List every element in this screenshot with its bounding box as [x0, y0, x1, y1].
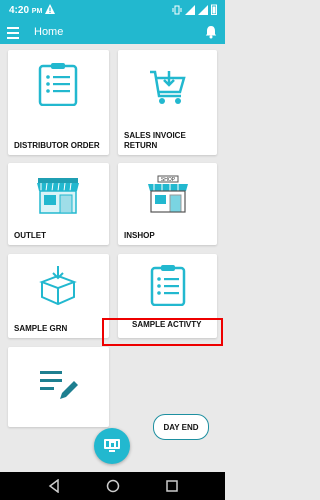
notes-card[interactable]	[8, 347, 109, 427]
menu-icon[interactable]	[7, 27, 19, 39]
page-title: Home	[34, 26, 64, 38]
warning-icon	[45, 4, 55, 14]
fab-button[interactable]	[94, 428, 130, 464]
sample-grn-card[interactable]: SAMPLE GRN	[8, 254, 109, 338]
vibrate-icon	[172, 5, 182, 14]
checklist-icon	[150, 265, 186, 306]
recents-icon[interactable]	[166, 479, 178, 493]
distributor-order-label: DISTRIBUTOR ORDER	[14, 141, 100, 150]
sales-invoice-return-card[interactable]: SALES INVOICE RETURN	[118, 50, 217, 155]
outlet-label: OUTLET	[14, 231, 46, 240]
day-end-button[interactable]: DAY END	[153, 414, 209, 440]
system-nav-bar	[0, 472, 225, 500]
signal-icon	[185, 4, 195, 15]
edit-note-icon	[40, 371, 78, 399]
bell-icon[interactable]	[205, 25, 217, 39]
home-icon[interactable]	[106, 479, 120, 493]
shop-icon: SHOP	[148, 175, 188, 213]
store-icon	[37, 178, 79, 214]
inshop-label: INSHOP	[124, 231, 155, 240]
sales-invoice-return-label: SALES INVOICE RETURN	[124, 131, 186, 150]
selection-highlight	[102, 318, 223, 346]
inshop-card[interactable]: SHOP INSHOP	[118, 163, 217, 245]
distributor-order-card[interactable]: DISTRIBUTOR ORDER	[8, 50, 109, 155]
signal-icon-2	[198, 4, 208, 15]
status-bar: 4:20 PM	[0, 0, 225, 22]
status-time: 4:20 PM	[9, 5, 43, 16]
clipboard-icon	[38, 63, 78, 106]
sample-grn-label: SAMPLE GRN	[14, 324, 68, 333]
cart-icon	[150, 70, 186, 104]
back-icon[interactable]	[48, 479, 60, 493]
outlet-card[interactable]: OUTLET	[8, 163, 109, 245]
app-bar: Home	[0, 22, 225, 44]
shop-sign-text: SHOP	[161, 177, 176, 183]
box-download-icon	[39, 266, 77, 306]
monitor-icon	[104, 439, 120, 452]
battery-icon	[211, 4, 217, 15]
